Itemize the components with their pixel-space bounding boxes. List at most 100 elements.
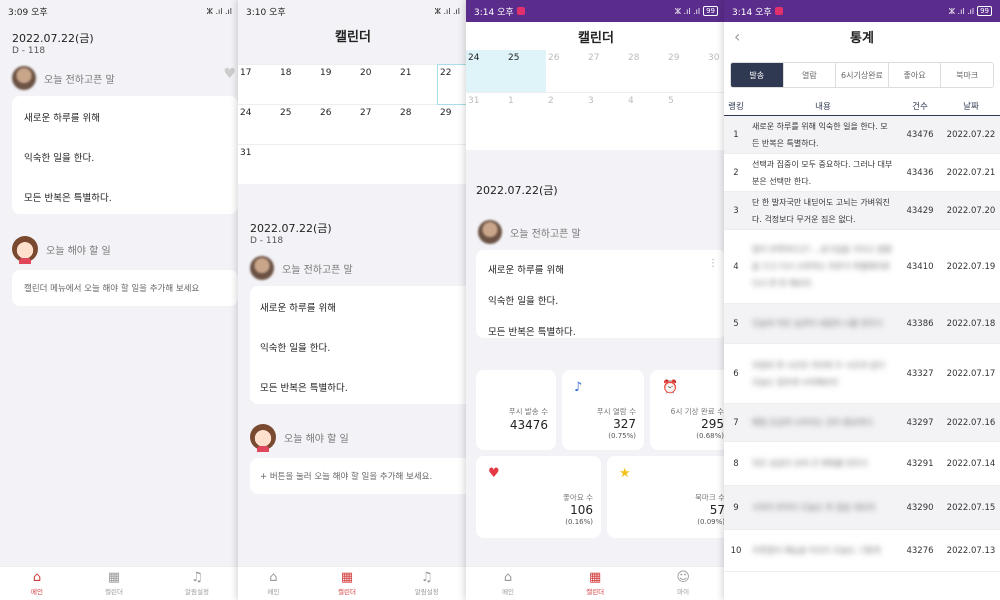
status-time: 3:10 오후 — [246, 7, 286, 18]
stat-card-wake: ⏰ 6시 기상 완료 수 295 (0.68%) — [650, 370, 726, 450]
tab-calendar[interactable]: ▦ 캘린더 — [338, 571, 356, 596]
calendar-day[interactable]: 27 — [358, 105, 398, 144]
message-line: 익숙한 일을 한다. — [260, 343, 331, 354]
calendar-day[interactable]: 5 — [666, 93, 706, 150]
calendar-day[interactable]: 17 — [238, 65, 278, 104]
count-cell: 43290 — [906, 502, 934, 513]
table-row[interactable]: 8 작은 성공이 모여 큰 변화를 만든다 43291 2022.07.14 — [724, 442, 1000, 486]
calendar-day[interactable]: 31 — [466, 93, 506, 150]
calendar-day[interactable]: 26 — [546, 50, 586, 92]
today-date: 2022.07.22(금) — [12, 32, 94, 45]
calendar-day[interactable]: 31 — [238, 145, 278, 184]
segment-wake[interactable]: 6시기상완료 — [836, 63, 889, 87]
table-row[interactable]: 9 시작이 반이다 오늘도 한 걸음 내딛자 43290 2022.07.15 — [724, 486, 1000, 530]
calendar-day-selected[interactable]: 22 — [437, 64, 468, 105]
calendar-day[interactable]: 19 — [318, 65, 358, 104]
alarm-clock-icon: ⏰ — [662, 380, 679, 395]
tab-calendar[interactable]: ▦ 캘린더 — [105, 571, 123, 596]
stat-label: 좋아요 수 — [563, 493, 593, 502]
stat-label: 푸시 열람 수 — [596, 407, 636, 416]
stat-label: 북마크 수 — [695, 493, 725, 502]
header-date: 날짜 — [963, 101, 979, 112]
battery-icon: 99 — [977, 6, 992, 16]
calendar-day[interactable]: 25 — [506, 50, 546, 92]
calendar-day[interactable]: 18 — [278, 65, 318, 104]
date-cell: 2022.07.15 — [946, 502, 996, 513]
table-row[interactable]: 4 잠이 부족하다고? ...호기심을 가지고 알람을 끄고 다시 시작하는 하루… — [724, 230, 1000, 304]
heart-icon[interactable]: ♥ — [223, 66, 236, 82]
calendar-day[interactable]: 26 — [318, 105, 358, 144]
message-line: 모든 반복은 특별하다. — [260, 383, 348, 394]
stat-value: 43476 — [509, 418, 548, 432]
status-time: 3:14 오후 — [732, 5, 783, 18]
calendar-day[interactable]: 28 — [398, 105, 438, 144]
header-rank: 랭킹 — [728, 101, 744, 112]
home-icon: ⌂ — [269, 570, 278, 585]
tab-main[interactable]: ⌂ 메인 — [267, 571, 279, 596]
date-cell: 2022.07.16 — [946, 417, 996, 428]
segment-bookmark[interactable]: 북마크 — [941, 63, 993, 87]
date-cell: 2022.07.18 — [946, 318, 996, 329]
message-header: 오늘 전하고픈 말 — [466, 198, 726, 250]
status-signal-icon: ⵣ .ıl .ıl — [948, 6, 975, 16]
table-row[interactable]: 5 오늘의 작은 습관이 내일의 나를 만든다 43386 2022.07.18 — [724, 304, 1000, 344]
calendar-day[interactable]: 2 — [546, 93, 586, 150]
calendar-day[interactable]: 21 — [398, 65, 438, 104]
ranking-table: 1 새로운 하루를 위해 익숙한 일을 한다. 모든 반복은 특별하다. 43476… — [724, 116, 1000, 572]
calendar-day[interactable]: 3 — [586, 93, 626, 150]
calendar-day[interactable]: 1 — [506, 93, 546, 150]
bottom-tab-bar: ⌂ 메인 ▦ 캘린더 ☺ 마이 — [466, 566, 726, 600]
calendar-day[interactable]: 4 — [626, 93, 666, 150]
table-row[interactable]: 2 선택과 집중이 모두 중요하다. 그러나 대부분은 선택만 한다. 43436 2… — [724, 154, 1000, 192]
stat-percent: (0.09%) — [697, 518, 725, 526]
table-row[interactable]: 6 아침의 한 시간은 저녁의 두 시간과 같다 오늘도 힘차게 시작해보자 433… — [724, 344, 1000, 404]
calendar-day[interactable]: 30 — [706, 50, 726, 92]
calendar-day[interactable]: 29 — [666, 50, 706, 92]
tab-main[interactable]: ⌂ 메인 — [502, 571, 514, 596]
table-row[interactable]: 3 단 한 발자국만 내딛어도 고뇌는 가벼워진다. 걱정보다 무거운 짐은 없다… — [724, 192, 1000, 230]
todo-header: 오늘 해야 할 일 — [238, 404, 468, 458]
calendar-week: 24 25 26 27 28 29 30 — [466, 50, 726, 92]
calendar-day[interactable]: 24 — [238, 105, 278, 144]
content-cell: 새로운 하루를 위해 익숙한 일을 한다. 모든 반복은 특별하다. — [752, 121, 888, 148]
todo-header: 오늘 해야 할 일 — [0, 214, 240, 270]
segment-like[interactable]: 좋아요 — [888, 63, 942, 87]
segment-read[interactable]: 열람 — [783, 63, 837, 87]
table-row[interactable]: 10 꾸준함이 재능을 이긴다 오늘도 그렇게 43276 2022.07.13 — [724, 530, 1000, 572]
calendar-day[interactable]: 28 — [626, 50, 666, 92]
d-day: D - 118 — [250, 236, 284, 246]
home-icon: ⌂ — [32, 570, 42, 585]
tab-my[interactable]: ☺ 마이 — [676, 571, 690, 596]
content-cell: 작은 성공이 모여 큰 변화를 만든다 — [752, 459, 868, 468]
table-row[interactable]: 7 매일 조금씩 나아지는 것이 중요하다 43297 2022.07.16 — [724, 404, 1000, 442]
content-cell: 매일 조금씩 나아지는 것이 중요하다 — [752, 418, 873, 427]
todo-card[interactable]: 캘린더 메뉴에서 오늘 해야 할 일을 추가해 보세요 — [12, 270, 238, 306]
calendar-day[interactable]: 27 — [586, 50, 626, 92]
status-icons: ⵣ .ıl .ıl 99 — [675, 6, 718, 16]
stat-value: 327 — [613, 417, 636, 431]
calendar-day[interactable]: 24 — [466, 50, 506, 92]
count-cell: 43476 — [906, 129, 934, 140]
girl-character-icon — [250, 424, 276, 452]
tab-calendar[interactable]: ▦ 캘린더 — [586, 571, 604, 596]
content-cell: 선택과 집중이 모두 중요하다. 그러나 대부분은 선택만 한다. — [752, 159, 893, 186]
back-arrow-icon[interactable]: ‹ — [734, 27, 740, 46]
calendar-day[interactable]: 29 — [438, 105, 468, 144]
count-cell: 43327 — [906, 368, 934, 379]
tab-alarm[interactable]: ♫ 알림설정 — [185, 571, 209, 596]
stat-type-segment: 발송 열람 6시기상완료 좋아요 북마크 — [730, 62, 994, 88]
stat-card-read: ♪ 푸시 열람 수 327 (0.75%) — [562, 370, 644, 450]
more-options-icon[interactable]: ⋮ — [708, 258, 718, 269]
tab-alarm[interactable]: ♫ 알림설정 — [415, 571, 439, 596]
date-cell: 2022.07.19 — [946, 261, 996, 272]
message-title: 오늘 전하고픈 말 — [44, 74, 115, 86]
message-line: 익숙한 일을 한다. — [24, 153, 95, 164]
table-row[interactable]: 1 새로운 하루를 위해 익숙한 일을 한다. 모든 반복은 특별하다. 43476… — [724, 116, 1000, 154]
todo-card[interactable]: + 버튼을 눌러 오늘 해야 할 일을 추가해 보세요. — [250, 458, 468, 494]
segment-send[interactable]: 발송 — [731, 63, 784, 87]
tab-main[interactable]: ⌂ 메인 — [31, 571, 43, 596]
girl-character-icon — [12, 236, 38, 264]
rank-cell: 6 — [733, 368, 739, 379]
calendar-day[interactable]: 25 — [278, 105, 318, 144]
calendar-day[interactable]: 20 — [358, 65, 398, 104]
